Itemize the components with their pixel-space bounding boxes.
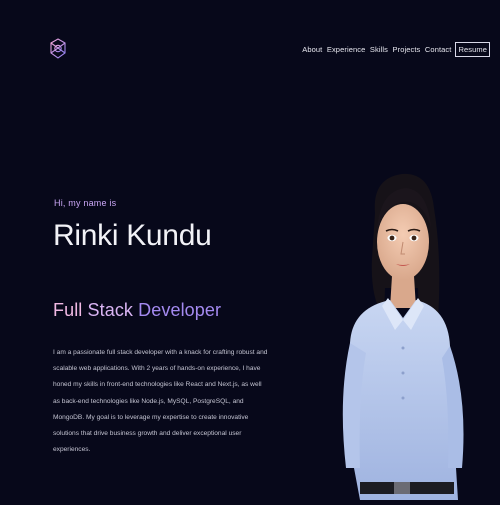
role-word-developer: Developer — [138, 300, 222, 320]
nav-link-contact[interactable]: Contact — [425, 45, 452, 54]
top-navigation: About Experience Skills Projects Contact… — [298, 42, 490, 57]
nav-link-about[interactable]: About — [302, 45, 322, 54]
resume-button[interactable]: Resume — [455, 42, 490, 57]
logo-icon[interactable] — [48, 37, 68, 61]
hero-bio: I am a passionate full stack developer w… — [53, 349, 268, 454]
role-word-stack: Stack — [87, 300, 134, 320]
hero-name: Rinki Kundu — [53, 219, 212, 252]
nav-link-skills[interactable]: Skills — [370, 45, 388, 54]
role-word-full: Full — [53, 300, 83, 320]
nav-link-experience[interactable]: Experience — [327, 45, 366, 54]
hero-greeting: Hi, my name is — [54, 198, 117, 208]
avatar-illustration — [330, 168, 500, 500]
nav-link-projects[interactable]: Projects — [393, 45, 421, 54]
hero-role: Full Stack Developer — [53, 300, 221, 321]
